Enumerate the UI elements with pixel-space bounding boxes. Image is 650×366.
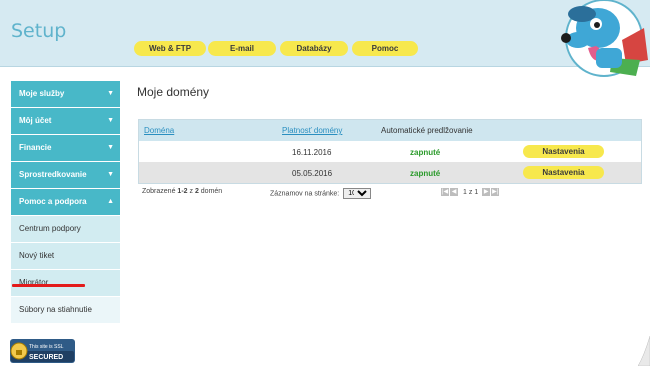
red-underline-annotation: [12, 284, 85, 287]
sidebar-item-label: Pomoc a podpora: [19, 197, 87, 206]
renewal-status: zapnuté: [410, 169, 441, 178]
table-row: 05.05.2016 zapnuté Nastavenia: [139, 162, 641, 183]
sidebar-item-brokerage[interactable]: Sprostredkovanie ▼: [11, 162, 120, 188]
summary-range: 1-2: [177, 188, 188, 195]
domains-table: Doména Platnosť domény Automatické predl…: [138, 119, 642, 184]
validity-cell: 05.05.2016: [292, 169, 333, 178]
ssl-badge-line2: SECURED: [29, 354, 63, 361]
sidebar-item-label: Môj účet: [19, 116, 52, 125]
domain-column-header[interactable]: Doména: [144, 126, 174, 135]
sidebar-subitem-support-center[interactable]: Centrum podpory: [11, 216, 120, 242]
renewal-column-header: Automatické predlžovanie: [381, 126, 473, 135]
dog-mascot-icon: [561, 0, 648, 77]
per-page-select[interactable]: 10: [343, 188, 372, 199]
prev-page-icon[interactable]: ◀: [450, 188, 458, 196]
chevron-down-icon: ▼: [107, 90, 114, 97]
current-page: 1: [462, 188, 467, 196]
summary-mid: z: [187, 188, 195, 195]
summary-suffix: domén: [198, 188, 223, 195]
nav-email-button[interactable]: E-mail: [208, 41, 276, 56]
validity-cell: 16.11.2016: [292, 148, 332, 157]
sidebar-subitem-downloads[interactable]: Súbory na stiahnutie: [11, 297, 120, 323]
total-pages: 1: [474, 188, 479, 196]
per-page-label: Záznamov na stránke:: [270, 190, 340, 198]
summary-prefix: Zobrazené: [142, 188, 178, 195]
next-page-icon[interactable]: ▶: [482, 188, 491, 196]
per-page-control: Záznamov na stránke: 10: [270, 188, 372, 199]
sidebar-item-my-account[interactable]: Môj účet ▼: [11, 108, 120, 134]
pagination: |◀ ◀ 1z1 ▶ ▶|: [441, 188, 500, 196]
page-curl-icon: [638, 336, 650, 366]
last-page-icon[interactable]: ▶|: [491, 188, 500, 196]
settings-button[interactable]: Nastavenia: [523, 145, 604, 158]
ssl-badge-line1: This site is SSL: [29, 344, 64, 350]
first-page-icon[interactable]: |◀: [441, 188, 449, 196]
validity-column-header[interactable]: Platnosť domény: [282, 126, 342, 135]
sidebar-item-finance[interactable]: Financie ▼: [11, 135, 120, 161]
page-of-label: z: [468, 188, 473, 196]
chevron-down-icon: ▼: [107, 117, 114, 124]
sidebar-item-help-support[interactable]: Pomoc a podpora ▲: [11, 189, 120, 215]
sidebar-item-label: Moje služby: [19, 89, 65, 98]
chevron-down-icon: ▼: [107, 144, 114, 151]
nav-databases-button[interactable]: Databázy: [280, 41, 348, 56]
chevron-down-icon: ▼: [107, 171, 114, 178]
sidebar-item-label: Sprostredkovanie: [19, 170, 87, 179]
nav-help-button[interactable]: Pomoc: [352, 41, 418, 56]
table-row: 16.11.2016 zapnuté Nastavenia: [139, 141, 641, 162]
sidebar-item-label: Financie: [19, 143, 52, 152]
settings-button[interactable]: Nastavenia: [523, 166, 604, 179]
nav-web-ftp-button[interactable]: Web & FTP: [134, 41, 206, 56]
page-title: Moje domény: [137, 85, 210, 99]
header: Setup Web & FTP E-mail Databázy Pomoc: [0, 0, 650, 77]
sidebar: Moje služby ▼ Môj účet ▼ Financie ▼ Spro…: [11, 81, 120, 324]
app-title: Setup: [11, 20, 67, 42]
sidebar-subitem-new-ticket[interactable]: Nový tiket: [11, 243, 120, 269]
sidebar-subitem-migrator[interactable]: Migrátor: [11, 270, 120, 296]
ssl-secured-badge: This site is SSL SECURED: [10, 339, 75, 363]
records-summary: Zobrazené 1-2 z 2 domén: [142, 188, 222, 195]
chevron-up-icon: ▲: [107, 198, 114, 205]
renewal-status: zapnuté: [410, 148, 441, 157]
table-header: Doména Platnosť domény Automatické predl…: [139, 120, 641, 141]
sidebar-item-my-services[interactable]: Moje služby ▼: [11, 81, 120, 107]
